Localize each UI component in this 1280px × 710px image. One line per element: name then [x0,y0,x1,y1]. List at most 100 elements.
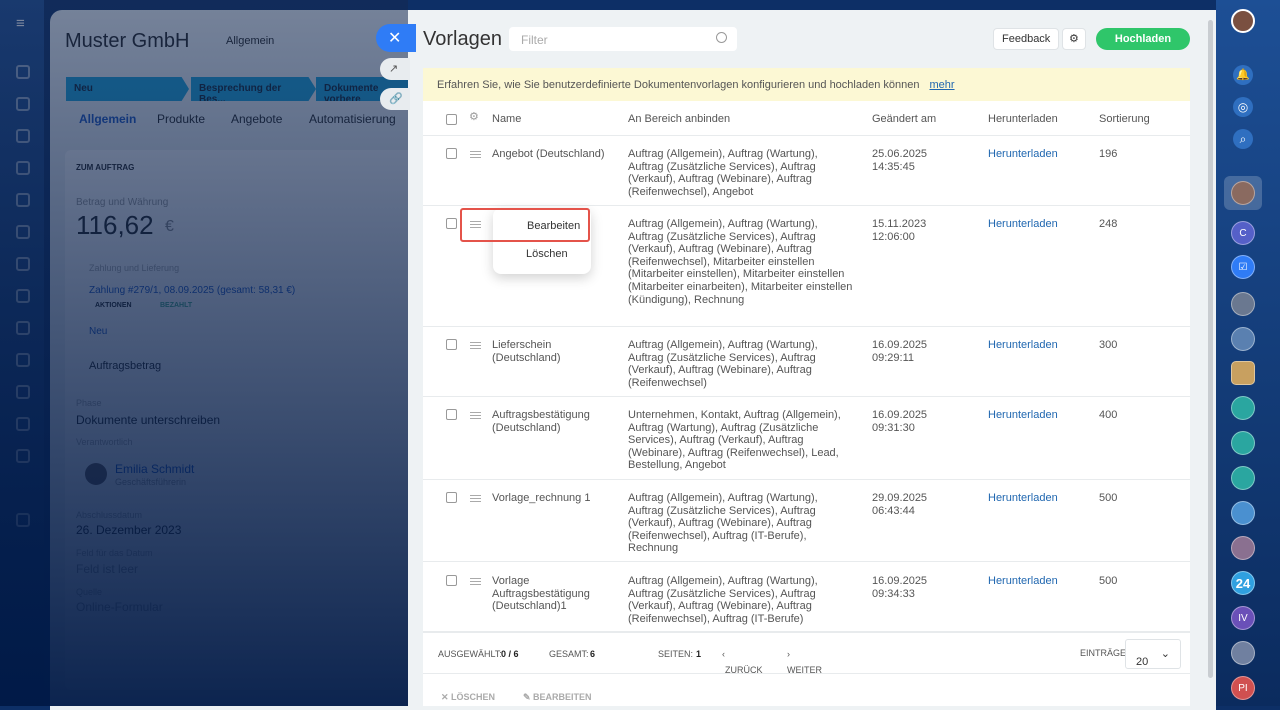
tasks-icon[interactable] [16,129,30,143]
download-link[interactable]: Herunterladen [988,575,1058,588]
upload-button[interactable]: Hochladen [1096,28,1190,50]
payment-link[interactable]: Zahlung #279/1, 08.09.2025 (gesamt: 58,3… [89,285,295,296]
checklist-chat-icon[interactable]: ☑ [1231,255,1255,279]
select-all-checkbox[interactable] [446,114,457,125]
tab-allgemein[interactable]: Allgemein [79,112,136,126]
user-avatar[interactable] [1231,9,1255,33]
scrollbar[interactable] [1208,20,1213,678]
actions-button[interactable]: AKTIONEN [95,302,132,309]
download-link[interactable]: Herunterladen [988,492,1058,505]
table-row[interactable]: Vorlage Auftragsbestätigung (Deutschland… [423,563,1190,632]
copy-link-button[interactable]: 🔗 [380,88,410,110]
home-icon[interactable] [16,65,30,79]
menu-icon[interactable]: ≡ [16,15,25,32]
download-link[interactable]: Herunterladen [988,218,1058,231]
edit-action[interactable]: ✎ BEARBEITEN [523,692,592,703]
filter-icon[interactable] [16,353,30,367]
group-chat-icon[interactable] [1231,466,1255,490]
tab-produkte[interactable]: Produkte [157,112,205,126]
avatar [85,463,107,485]
stage-discussion[interactable]: Besprechung der Bes... [191,77,316,101]
table-row[interactable]: Angebot (Deutschland) Auftrag (Allgemein… [423,136,1190,206]
row-checkbox[interactable] [446,218,457,229]
close-date-label: Abschlussdatum [76,510,143,520]
prev-page-button[interactable]: ‹ ZURÜCK [722,649,763,675]
checklist-icon[interactable] [16,257,30,271]
download-link[interactable]: Herunterladen [988,148,1058,161]
row-checkbox[interactable] [446,339,457,350]
search-chat-icon[interactable]: ⌕ [1233,129,1253,149]
group-chat-icon[interactable] [1231,536,1255,560]
category-select[interactable]: Allgemein [226,35,274,47]
right-sidebar: 🔔 ◎ ⌕ [1216,0,1280,706]
template-name: Auftragsbestätigung (Deutschland) [492,409,590,434]
close-button[interactable]: ✕ [376,24,416,52]
contact-badge-pi[interactable]: PI [1231,676,1255,700]
context-menu-delete[interactable]: Löschen [526,248,568,260]
row-menu-icon[interactable] [470,342,481,349]
chat-icon[interactable] [16,161,30,175]
row-checkbox[interactable] [446,575,457,586]
new-payment-link[interactable]: Neu [89,326,107,337]
settings-button[interactable]: ⚙ [1062,28,1086,50]
group-chat-icon[interactable] [1231,396,1255,420]
contact-avatar[interactable] [1231,641,1255,665]
context-menu-edit[interactable]: Bearbeiten [460,208,590,242]
mail-icon[interactable] [16,289,30,303]
bitrix24-chat[interactable]: 24 [1231,571,1255,595]
filter-input[interactable]: Filter [509,27,737,51]
contact-avatar[interactable] [1231,181,1255,205]
responsible-name[interactable]: Emilia Schmidt [115,462,194,476]
row-menu-icon[interactable] [470,578,481,585]
prev-label: ZURÜCK [725,665,763,675]
row-checkbox[interactable] [446,492,457,503]
notifications-icon[interactable]: 🔔 [1233,65,1253,85]
contact-avatar[interactable] [1231,292,1255,316]
more-link[interactable]: mehr [929,79,954,91]
section-title: ZUM AUFTRAG [76,163,135,172]
row-menu-icon[interactable] [470,495,481,502]
row-checkbox[interactable] [446,148,457,159]
column-name[interactable]: Name [492,113,521,126]
download-link[interactable]: Herunterladen [988,339,1058,352]
next-page-button[interactable]: WEITER › [787,649,822,675]
contact-badge-c[interactable]: C [1231,221,1255,245]
delete-action[interactable]: ✕ LÖSCHEN [441,692,495,703]
activity-icon[interactable]: ◎ [1233,97,1253,117]
download-link[interactable]: Herunterladen [988,409,1058,422]
calendar-icon[interactable] [16,321,30,335]
crm-icon[interactable] [16,97,30,111]
contacts-icon[interactable] [16,193,30,207]
row-menu-icon[interactable] [470,412,481,419]
row-checkbox[interactable] [446,409,457,420]
open-new-window-button[interactable]: ↗ [380,58,410,80]
tab-automatisierung[interactable]: Automatisierung [309,112,396,126]
document-icon[interactable] [16,385,30,399]
column-scope[interactable]: An Bereich anbinden [628,113,730,126]
template-scope: Auftrag (Allgemein), Auftrag (Wartung), … [628,575,818,625]
group-chat-icon[interactable] [1231,361,1255,385]
row-menu-icon[interactable] [470,151,481,158]
payment-title: Zahlung und Lieferung [89,263,180,273]
contact-avatar[interactable] [1231,327,1255,351]
table-row[interactable]: Vorlage_rechnung 1 Auftrag (Allgemein), … [423,480,1190,562]
column-changed[interactable]: Geändert am [872,113,936,126]
entries-select[interactable]: 20 ⌄ [1125,639,1181,669]
table-row[interactable]: Auftragsbestätigung (Deutschland) Untern… [423,397,1190,480]
group-chat-icon[interactable] [1231,501,1255,525]
feedback-button[interactable]: Feedback [993,28,1060,50]
contact-badge-iv[interactable]: IV [1231,606,1255,630]
payment-icon[interactable] [16,417,30,431]
column-sort[interactable]: Sortierung [1099,113,1150,126]
drive-icon[interactable] [16,225,30,239]
column-download[interactable]: Herunterladen [988,113,1058,126]
tab-angebote[interactable]: Angebote [231,112,282,126]
analytics-icon[interactable] [16,513,30,527]
column-settings-icon[interactable]: ⚙ [469,111,479,124]
stage-new[interactable]: Neu [66,77,189,101]
cart-icon[interactable] [16,449,30,463]
table-row[interactable]: Lieferschein (Deutschland) Auftrag (Allg… [423,327,1190,397]
group-chat-icon[interactable] [1231,431,1255,455]
template-sort: 500 [1099,492,1118,504]
template-name: Lieferschein (Deutschland) [492,339,561,364]
